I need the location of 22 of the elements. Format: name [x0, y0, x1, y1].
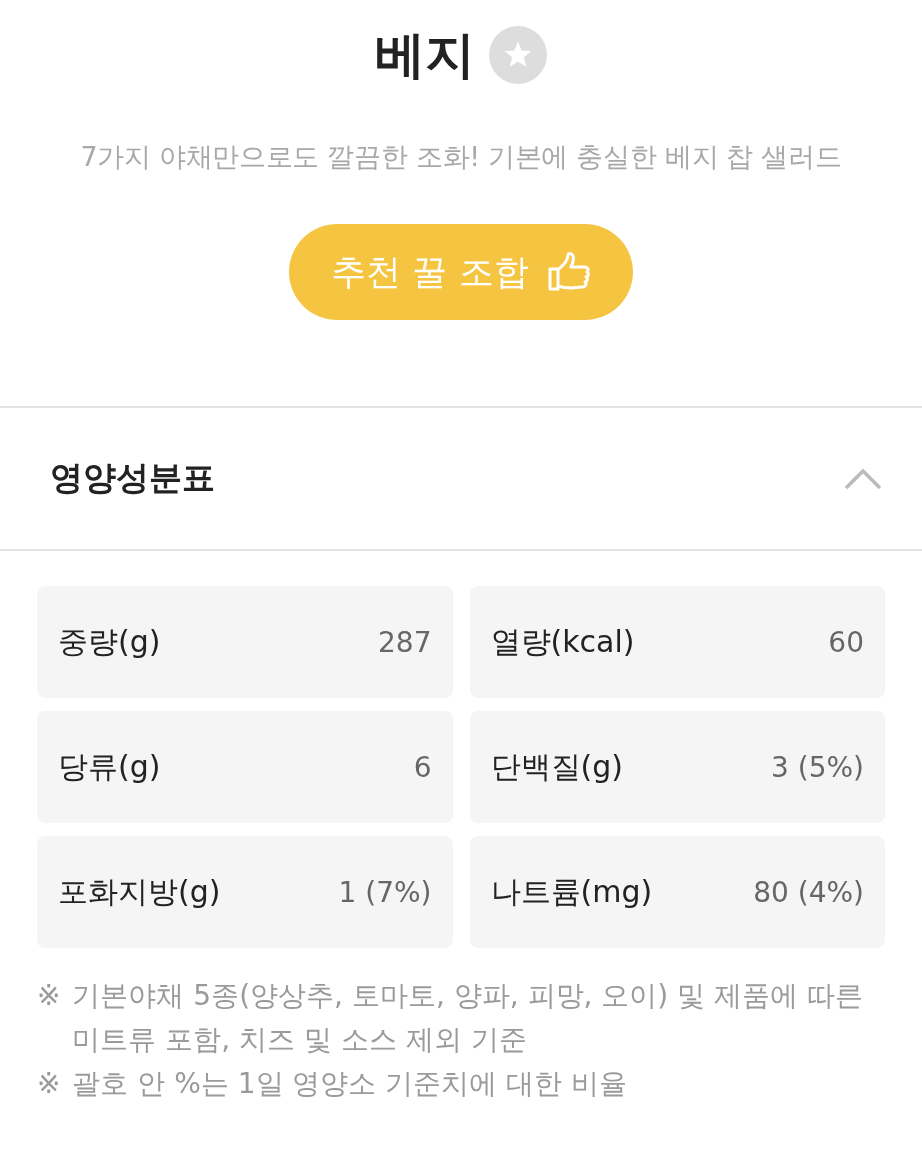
- footnote-text: 괄호 안 %는 1일 영양소 기준치에 대한 비율: [72, 1066, 628, 1102]
- section-title: 영양성분표: [50, 457, 215, 499]
- nutrient-value: 287: [378, 625, 432, 659]
- nutrient-label: 열량(kcal): [490, 622, 635, 661]
- reference-mark: ※: [37, 978, 61, 1014]
- collapse-chevron-icon[interactable]: [844, 467, 882, 490]
- thumbs-up-icon: [546, 252, 591, 292]
- nutrient-label: 나트륨(mg): [490, 872, 653, 911]
- nutrient-value: 6: [413, 750, 432, 784]
- product-title: 베지: [375, 25, 475, 86]
- nutrient-value: 1 (7%): [338, 875, 432, 909]
- reference-mark: ※: [37, 1066, 61, 1102]
- nutrient-label: 포화지방(g): [58, 872, 221, 911]
- footnote-text: 기본야채 5종(양상추, 토마토, 양파, 피망, 오이) 및 제품에 따른 미트류 포함, 치즈 및 소스 제외 기준: [72, 978, 864, 1058]
- nutrient-label: 중량(g): [58, 622, 161, 661]
- nutrient-value: 3 (5%): [771, 750, 864, 784]
- product-description: 7가지 야채만으로도 깔끔한 조화! 기본에 충실한 베지 찹 샐러드: [80, 140, 842, 174]
- nutrient-value: 80 (4%): [753, 875, 864, 909]
- nutrient-value: 60: [828, 625, 864, 659]
- nutrient-label: 당류(g): [58, 747, 161, 786]
- recommended-combo-button[interactable]: 추천 꿀 조합: [289, 224, 633, 320]
- nutrient-label: 단백질(g): [490, 747, 623, 786]
